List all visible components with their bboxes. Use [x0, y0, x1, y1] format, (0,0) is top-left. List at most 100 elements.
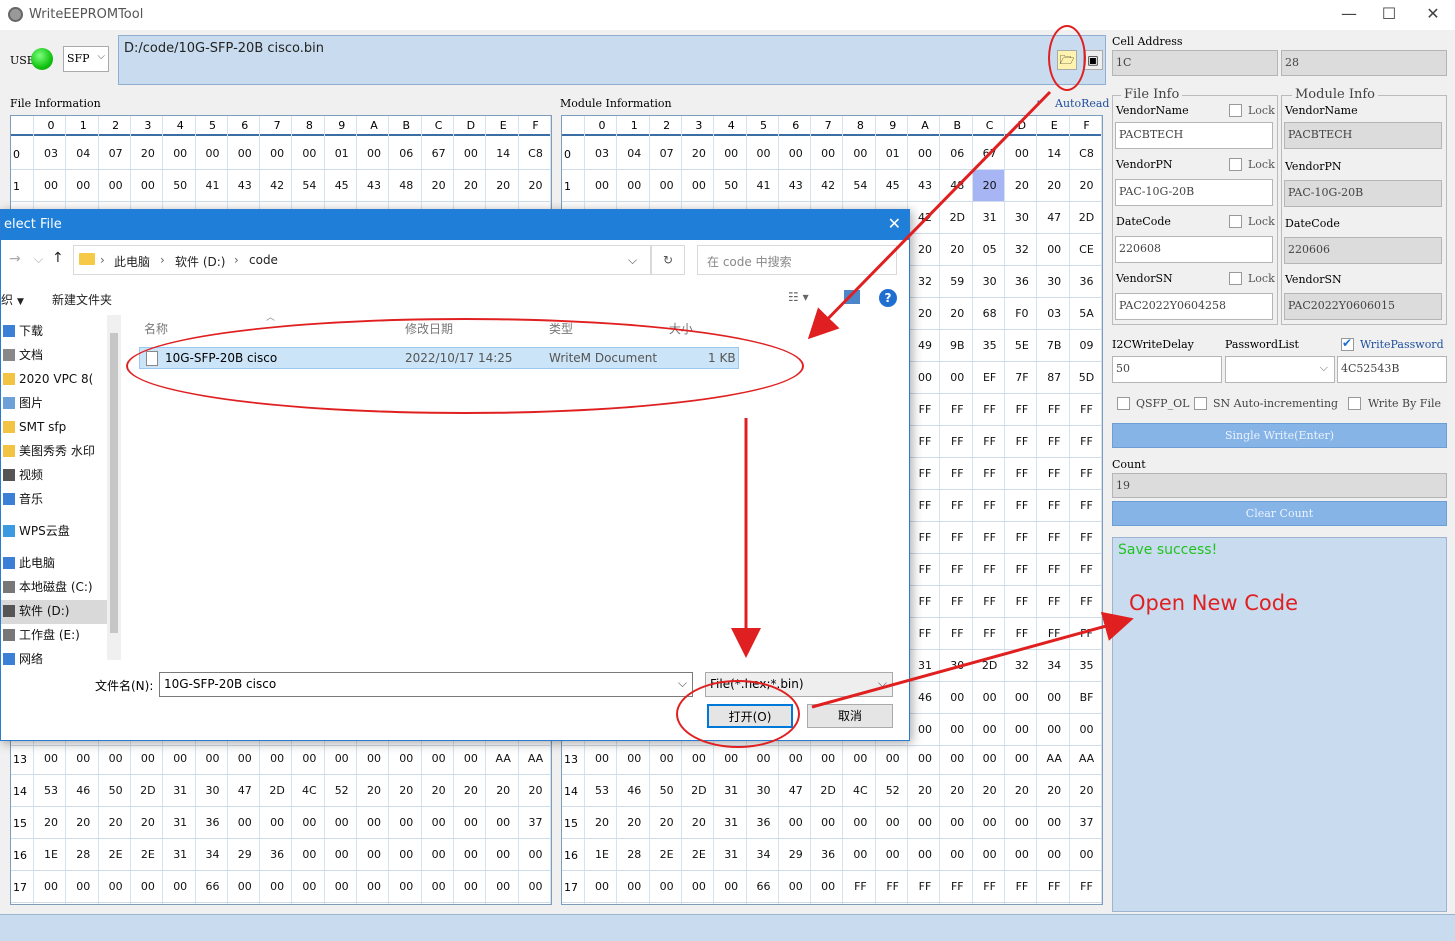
hex-cell[interactable]: FF [1038, 627, 1070, 640]
hex-cell[interactable]: FF [1006, 403, 1038, 416]
hex-cell[interactable]: FF [1006, 595, 1038, 608]
hex-cell[interactable]: 00 [261, 880, 293, 893]
hex-cell[interactable]: 37 [1071, 816, 1103, 829]
hex-cell[interactable]: FF [941, 880, 973, 893]
hex-cell[interactable]: 47 [1038, 211, 1070, 224]
hex-cell[interactable]: 20 [100, 816, 132, 829]
hex-cell[interactable]: 00 [67, 179, 99, 192]
hex-cell[interactable]: 20 [487, 784, 519, 797]
hex-cell[interactable]: 00 [877, 816, 909, 829]
hex-cell[interactable]: 00 [358, 880, 390, 893]
hex-cell[interactable]: 50 [164, 179, 196, 192]
hex-cell[interactable]: 5E [1006, 339, 1038, 352]
cancel-button[interactable]: 取消 [807, 704, 893, 728]
autoread-checkbox[interactable] [1036, 94, 1049, 110]
hex-cell[interactable]: 48 [390, 179, 422, 192]
help-icon[interactable]: ? [879, 289, 897, 307]
hex-cell[interactable]: 31 [909, 659, 941, 672]
hex-cell[interactable]: 30 [1006, 211, 1038, 224]
hex-cell[interactable]: FF [1038, 880, 1070, 893]
hex-cell[interactable]: BF [1071, 691, 1103, 704]
hex-cell[interactable]: 20 [1006, 179, 1038, 192]
hex-cell[interactable]: 28 [67, 848, 99, 861]
hex-cell[interactable]: FF [877, 880, 909, 893]
hex-cell[interactable]: FF [909, 403, 941, 416]
hex-cell[interactable]: FF [909, 499, 941, 512]
cell-address-left-field[interactable]: 1C [1112, 50, 1278, 76]
hex-cell[interactable]: 67 [423, 147, 455, 160]
hex-cell[interactable]: 00 [487, 848, 519, 861]
hex-cell[interactable]: 00 [1038, 243, 1070, 256]
hex-cell[interactable]: 20 [974, 784, 1006, 797]
file-date-code-field[interactable]: 220608 [1115, 236, 1273, 263]
hex-cell[interactable]: 5D [1071, 371, 1103, 384]
hex-cell[interactable]: 00 [909, 723, 941, 736]
hex-cell[interactable]: 00 [748, 147, 780, 160]
breadcrumb-item[interactable]: code [249, 253, 278, 267]
hex-cell[interactable]: FF [844, 880, 876, 893]
hex-cell[interactable]: 00 [164, 752, 196, 765]
hex-cell[interactable]: 35 [974, 339, 1006, 352]
password-list-select[interactable]: ⌵ [1225, 356, 1335, 383]
hex-cell[interactable]: 00 [229, 880, 261, 893]
hex-cell[interactable]: 1E [586, 848, 618, 861]
nav-item[interactable]: 文档 [1, 344, 107, 368]
hex-cell[interactable]: 00 [748, 752, 780, 765]
view-options-icon[interactable]: ☷ ▾ [788, 290, 809, 304]
lock-vendor-sn-checkbox[interactable] [1229, 272, 1242, 285]
hex-cell[interactable]: 00 [974, 723, 1006, 736]
hex-cell[interactable]: FF [1071, 595, 1103, 608]
hex-cell[interactable]: 36 [261, 848, 293, 861]
hex-cell[interactable]: FF [941, 467, 973, 480]
hex-cell[interactable]: 20 [1071, 784, 1103, 797]
hex-cell[interactable]: 2D [941, 211, 973, 224]
hex-cell[interactable]: 14 [487, 147, 519, 160]
hex-cell[interactable]: FF [1071, 499, 1103, 512]
hex-cell[interactable]: 2E [651, 848, 683, 861]
hex-cell[interactable]: FF [974, 880, 1006, 893]
maximize-button[interactable]: ☐ [1366, 0, 1412, 30]
column-name[interactable]: 名称 [144, 320, 168, 337]
hex-cell[interactable]: 1E [35, 848, 67, 861]
hex-cell[interactable]: 34 [1038, 659, 1070, 672]
hex-cell[interactable]: 31 [715, 816, 747, 829]
hex-cell[interactable]: FF [941, 499, 973, 512]
hex-cell[interactable]: FF [1038, 403, 1070, 416]
hex-cell[interactable]: 00 [844, 848, 876, 861]
hex-cell[interactable]: 00 [715, 880, 747, 893]
hex-cell[interactable]: 20 [683, 816, 715, 829]
hex-cell[interactable]: 20 [683, 147, 715, 160]
cell-address-right-field[interactable]: 28 [1281, 50, 1447, 76]
hex-cell[interactable]: 00 [844, 147, 876, 160]
hex-cell[interactable]: 43 [358, 179, 390, 192]
nav-item[interactable]: 视频 [1, 464, 107, 488]
hex-cell[interactable]: 47 [780, 784, 812, 797]
hex-cell[interactable]: 53 [35, 784, 67, 797]
hex-cell[interactable]: FF [909, 563, 941, 576]
hex-cell[interactable]: 00 [390, 848, 422, 861]
hex-cell[interactable]: 00 [520, 848, 552, 861]
hex-cell[interactable]: 35 [1071, 659, 1103, 672]
hex-cell[interactable]: 20 [390, 784, 422, 797]
hex-cell[interactable]: 00 [941, 816, 973, 829]
hex-cell[interactable]: 20 [423, 179, 455, 192]
hex-cell[interactable]: 30 [748, 784, 780, 797]
hex-cell[interactable]: 00 [941, 723, 973, 736]
new-folder-button[interactable]: 新建文件夹 [52, 291, 112, 308]
hex-cell[interactable]: 20 [651, 816, 683, 829]
hex-cell[interactable]: 20 [358, 784, 390, 797]
hex-cell[interactable]: 00 [326, 816, 358, 829]
hex-cell[interactable]: FF [1038, 435, 1070, 448]
hex-cell[interactable]: 2E [132, 848, 164, 861]
refresh-icon[interactable]: ↻ [651, 245, 685, 275]
hex-cell[interactable]: FF [909, 595, 941, 608]
hex-cell[interactable]: 36 [197, 816, 229, 829]
hex-cell[interactable]: 00 [683, 752, 715, 765]
hex-cell[interactable]: 00 [586, 179, 618, 192]
hex-cell[interactable]: 54 [293, 179, 325, 192]
hex-cell[interactable]: 00 [358, 752, 390, 765]
hex-cell[interactable]: 7B [1038, 339, 1070, 352]
hex-cell[interactable]: 00 [423, 880, 455, 893]
close-button[interactable]: ✕ [1410, 0, 1455, 30]
hex-cell[interactable]: 32 [909, 275, 941, 288]
